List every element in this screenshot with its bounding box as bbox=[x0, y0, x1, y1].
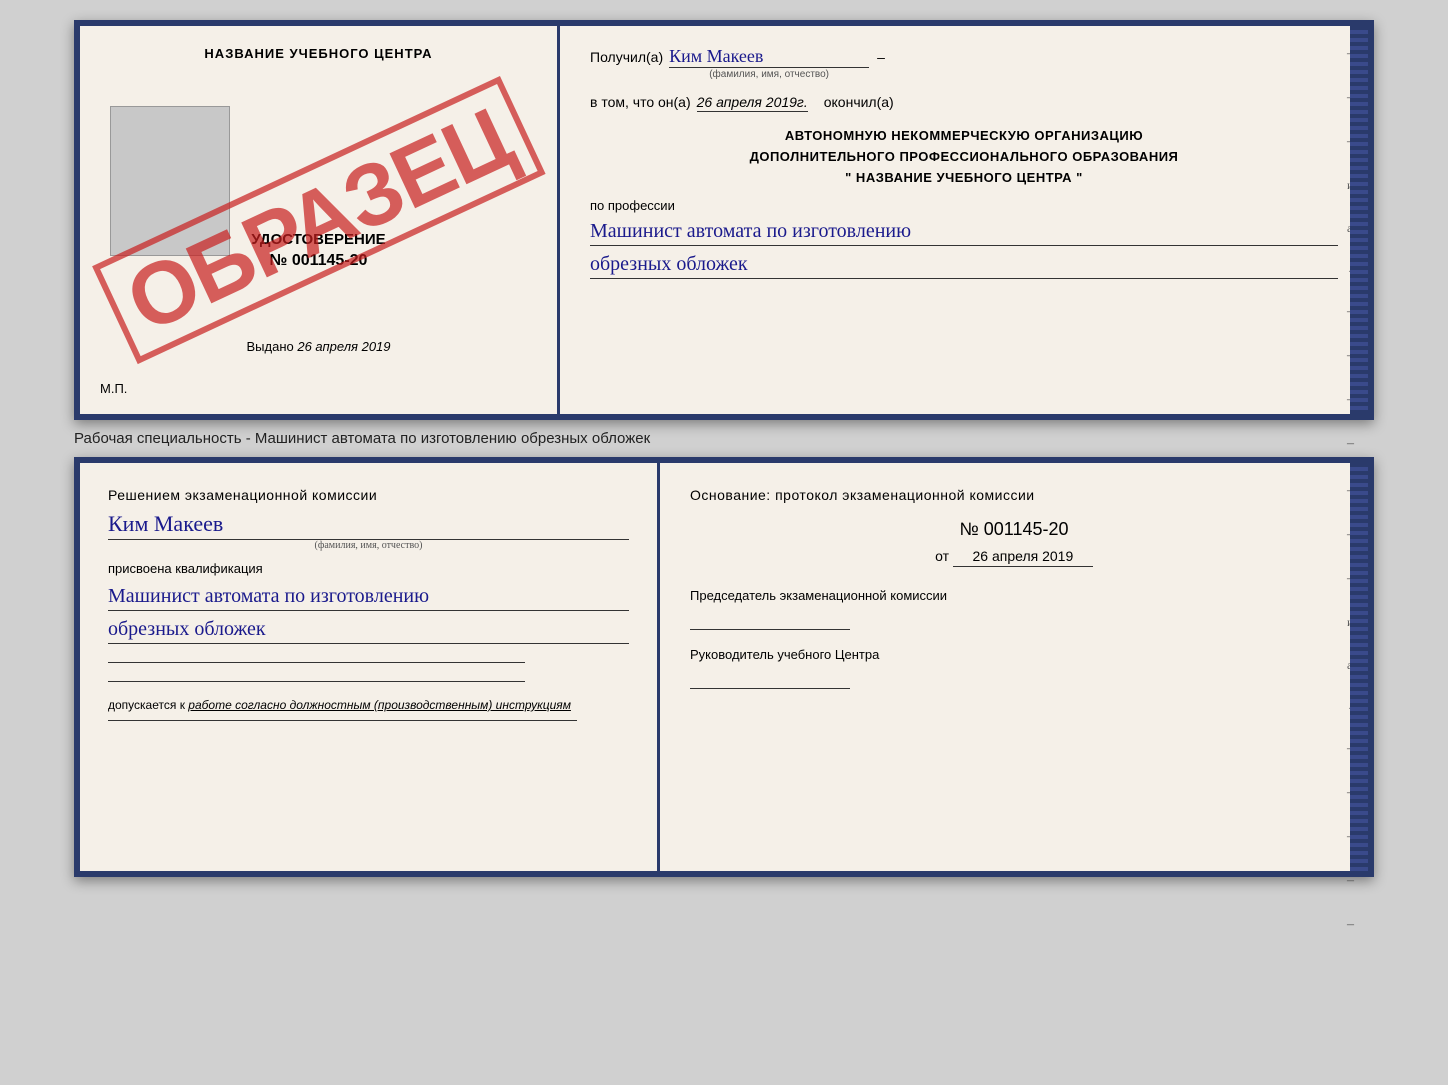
bottom-line-under bbox=[108, 720, 577, 721]
bottom-right-number: № 001145-20 bbox=[690, 519, 1338, 540]
chairman-label: Председатель экзаменационной комиссии bbox=[690, 587, 1338, 605]
bottom-profession-line1: Машинист автомата по изготовлению bbox=[108, 582, 629, 611]
fio-subtext-top: (фамилия, имя, отчество) bbox=[669, 69, 869, 80]
cert-left-issued: Выдано 26 апреля 2019 bbox=[100, 339, 537, 354]
cert-bottom-right-page: Основание: протокол экзаменационной коми… bbox=[660, 463, 1368, 871]
top-certificate-booklet: НАЗВАНИЕ УЧЕБНОГО ЦЕНТРА ОБРАЗЕЦ УДОСТОВ… bbox=[74, 20, 1374, 420]
date-value: 26 апреля 2019г. bbox=[697, 94, 808, 112]
bottom-line1 bbox=[108, 662, 525, 663]
cert-left-number: № 001145-20 bbox=[270, 252, 368, 270]
photo-placeholder bbox=[110, 106, 230, 256]
org-line1: АВТОНОМНУЮ НЕКОММЕРЧЕСКУЮ ОРГАНИЗАЦИЮ bbox=[590, 126, 1338, 147]
org-line3: " НАЗВАНИЕ УЧЕБНОГО ЦЕНТРА " bbox=[590, 168, 1338, 189]
issued-label: Выдано bbox=[246, 339, 293, 354]
head-sig-line bbox=[690, 688, 850, 689]
bottom-profession-line2: обрезных обложек bbox=[108, 615, 629, 644]
bottom-right-title: Основание: протокол экзаменационной коми… bbox=[690, 487, 1338, 503]
bottom-left-title: Решением экзаменационной комиссии bbox=[108, 487, 629, 503]
fio-subtext-bottom: (фамилия, имя, отчество) bbox=[108, 539, 629, 551]
cert-right-page: Получил(а) Ким Макеев (фамилия, имя, отч… bbox=[560, 26, 1368, 414]
profession-line1-top: Машинист автомата по изготовлению bbox=[590, 217, 1338, 246]
dash-after-name: – bbox=[877, 49, 885, 65]
cert-bottom-left-page: Решением экзаменационной комиссии Ким Ма… bbox=[80, 463, 660, 871]
separator-text: Рабочая специальность - Машинист автомат… bbox=[74, 420, 1374, 457]
dopuskaetsya-value: работе согласно должностным (производств… bbox=[188, 698, 571, 712]
cert-school-title: НАЗВАНИЕ УЧЕБНОГО ЦЕНТРА bbox=[204, 46, 432, 61]
bottom-certificate-booklet: Решением экзаменационной комиссии Ким Ма… bbox=[74, 457, 1374, 877]
spine-right bbox=[1350, 26, 1368, 414]
finished-label: окончил(а) bbox=[824, 94, 894, 110]
received-label: Получил(а) bbox=[590, 49, 663, 65]
cert-left-subtitle: УДОСТОВЕРЕНИЕ bbox=[251, 231, 385, 248]
date-row: в том, что он(а) 26 апреля 2019г. окончи… bbox=[590, 94, 1338, 112]
mp-label: М.П. bbox=[100, 381, 127, 396]
profession-label-top: по профессии bbox=[590, 198, 675, 213]
prisvoena-label: присвоена квалификация bbox=[108, 561, 629, 576]
dopuskaetsya-text: допускается к работе согласно должностны… bbox=[108, 698, 629, 712]
received-row: Получил(а) Ким Макеев (фамилия, имя, отч… bbox=[590, 46, 1338, 80]
protocol-date: 26 апреля 2019 bbox=[953, 548, 1093, 567]
chairman-sig-line bbox=[690, 629, 850, 630]
org-line2: ДОПОЛНИТЕЛЬНОГО ПРОФЕССИОНАЛЬНОГО ОБРАЗО… bbox=[590, 147, 1338, 168]
bottom-name: Ким Макеев bbox=[108, 511, 629, 537]
head-label: Руководитель учебного Центра bbox=[690, 646, 1338, 664]
cert-left-page: НАЗВАНИЕ УЧЕБНОГО ЦЕНТРА ОБРАЗЕЦ УДОСТОВ… bbox=[80, 26, 560, 414]
org-block: АВТОНОМНУЮ НЕКОММЕРЧЕСКУЮ ОРГАНИЗАЦИЮ ДО… bbox=[590, 126, 1338, 188]
bottom-line2 bbox=[108, 681, 525, 682]
bottom-right-date: от 26 апреля 2019 bbox=[690, 548, 1338, 567]
profession-line2-top: обрезных обложек bbox=[590, 250, 1338, 279]
spine-right-bottom bbox=[1350, 463, 1368, 871]
date-label: в том, что он(а) bbox=[590, 94, 691, 110]
chairman-block: Председатель экзаменационной комиссии bbox=[690, 587, 1338, 630]
recipient-name: Ким Макеев bbox=[669, 46, 869, 68]
head-block: Руководитель учебного Центра bbox=[690, 646, 1338, 689]
profession-block-top: по профессии Машинист автомата по изгото… bbox=[590, 198, 1338, 279]
date-prefix: от bbox=[935, 548, 949, 564]
issued-date: 26 апреля 2019 bbox=[297, 339, 390, 354]
document-container: НАЗВАНИЕ УЧЕБНОГО ЦЕНТРА ОБРАЗЕЦ УДОСТОВ… bbox=[74, 20, 1374, 877]
dopuskaetsya-label: допускается к bbox=[108, 698, 185, 712]
